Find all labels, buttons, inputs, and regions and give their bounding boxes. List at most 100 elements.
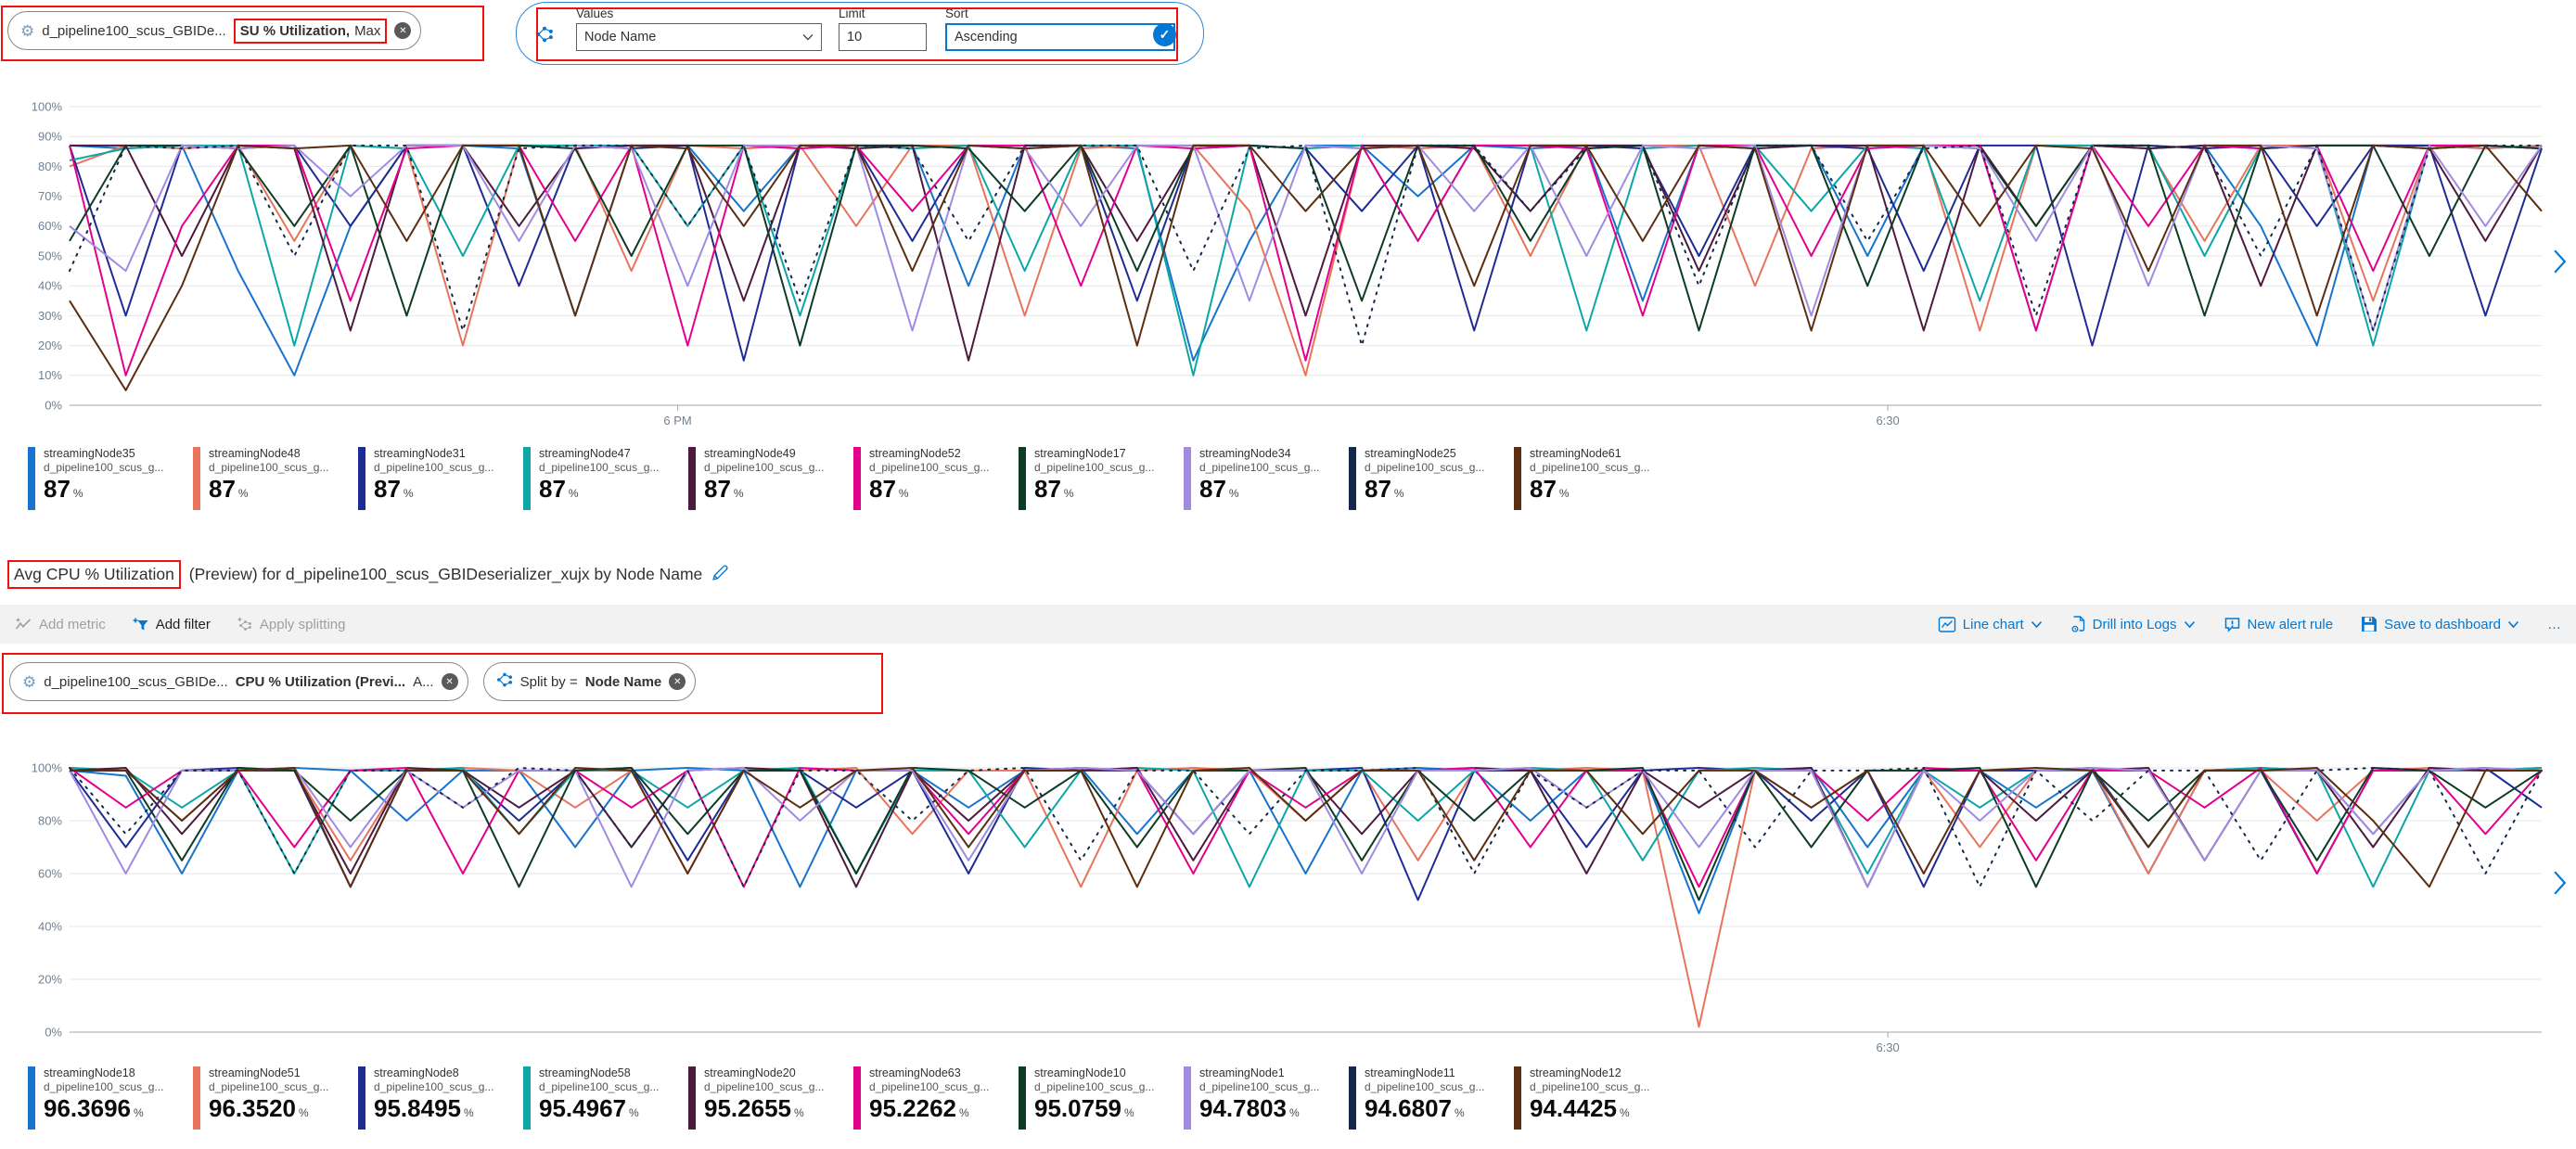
toolbar-left-group: Add metricAdd filterApply splitting — [15, 617, 345, 632]
y-axis-tick-label: 80% — [38, 813, 62, 827]
legend-resource-name: d_pipeline100_scus_g... — [869, 1080, 989, 1093]
y-axis-tick-label: 50% — [38, 249, 62, 262]
legend-item[interactable]: streamingNode58 d_pipeline100_scus_g... … — [523, 1066, 688, 1130]
toolbar-drill-into-logs-button[interactable]: Drill into Logs — [2070, 616, 2196, 632]
legend-unit: % — [404, 487, 414, 500]
legend-item[interactable]: streamingNode63 d_pipeline100_scus_g... … — [853, 1066, 1019, 1130]
legend-unit: % — [734, 487, 744, 500]
legend-value: 94.4425 — [1530, 1096, 1617, 1120]
chart1-next-page-chevron-icon[interactable] — [2553, 249, 2567, 279]
legend-value: 87 — [869, 477, 896, 501]
legend-color-bar — [853, 1066, 861, 1130]
series-line-streamingNode31 — [70, 146, 2542, 361]
legend-item[interactable]: streamingNode49 d_pipeline100_scus_g... … — [688, 447, 853, 510]
legend-item[interactable]: streamingNode10 d_pipeline100_scus_g... … — [1019, 1066, 1184, 1130]
legend-color-bar — [193, 1066, 200, 1130]
chart2-legend: streamingNode18 d_pipeline100_scus_g... … — [28, 1066, 1679, 1130]
legend-unit: % — [794, 1106, 804, 1119]
y-axis-tick-label: 40% — [38, 279, 62, 293]
legend-item[interactable]: streamingNode52 d_pipeline100_scus_g... … — [853, 447, 1019, 510]
toolbar-apply-splitting-button: Apply splitting — [237, 617, 346, 632]
sort-dropdown[interactable]: Ascending — [945, 23, 1175, 51]
stream-analytics-gear-icon: ⚙ — [22, 674, 36, 690]
legend-unit: % — [1064, 487, 1074, 500]
chart2-next-page-chevron-icon[interactable] — [2553, 870, 2567, 900]
toolbar-line-chart-button[interactable]: Line chart — [1938, 617, 2043, 632]
su-utilization-line-chart[interactable]: 100%90%80%70%60%50%40%30%20%10%0%6 PM6:3… — [0, 60, 2576, 445]
y-axis-tick-label: 30% — [38, 309, 62, 323]
x-axis-tick-label: 6:30 — [1876, 1040, 1899, 1054]
metric-name: CPU % Utilization (Previ... — [236, 674, 405, 690]
legend-value: 96.3696 — [44, 1096, 131, 1120]
toolbar-item-label: Line chart — [1963, 617, 2024, 632]
remove-metric-icon[interactable]: ✕ — [442, 673, 458, 690]
linechart-icon — [1938, 617, 1956, 632]
legend-unit: % — [959, 1106, 969, 1119]
edit-title-pencil-icon[interactable] — [711, 563, 730, 587]
toolbar-item-label: Drill into Logs — [2093, 617, 2177, 632]
metric-pill-su-utilization[interactable]: ⚙ d_pipeline100_scus_GBIDe... SU % Utili… — [7, 11, 421, 50]
legend-value: 87 — [539, 477, 566, 501]
split-icon — [535, 25, 554, 48]
remove-split-icon[interactable]: ✕ — [669, 673, 686, 690]
legend-item[interactable]: streamingNode48 d_pipeline100_scus_g... … — [193, 447, 358, 510]
legend-node-name: streamingNode12 — [1530, 1066, 1649, 1079]
legend-item[interactable]: streamingNode31 d_pipeline100_scus_g... … — [358, 447, 523, 510]
legend-value: 87 — [374, 477, 401, 501]
legend-node-name: streamingNode20 — [704, 1066, 824, 1079]
y-axis-tick-label: 20% — [38, 338, 62, 352]
split-by-pill[interactable]: Split by = Node Name ✕ — [483, 662, 697, 701]
legend-resource-name: d_pipeline100_scus_g... — [704, 461, 824, 474]
remove-metric-icon[interactable]: ✕ — [394, 22, 411, 39]
toolbar-add-filter-button[interactable]: Add filter — [132, 617, 211, 632]
legend-color-bar — [688, 447, 696, 510]
legend-node-name: streamingNode61 — [1530, 447, 1649, 460]
legend-color-bar — [523, 1066, 531, 1130]
legend-node-name: streamingNode11 — [1365, 1066, 1484, 1079]
series-line-streamingNode48 — [70, 146, 2542, 376]
toolbar-more-options-button[interactable]: … — [2547, 617, 2561, 632]
legend-item[interactable]: streamingNode61 d_pipeline100_scus_g... … — [1514, 447, 1679, 510]
toolbar-new-alert-rule-button[interactable]: New alert rule — [2224, 617, 2334, 632]
legend-item[interactable]: streamingNode17 d_pipeline100_scus_g... … — [1019, 447, 1184, 510]
stream-analytics-gear-icon: ⚙ — [20, 23, 34, 39]
series-line-streamingNode47 — [70, 146, 2542, 376]
legend-item[interactable]: streamingNode35 d_pipeline100_scus_g... … — [28, 447, 193, 510]
legend-item[interactable]: streamingNode12 d_pipeline100_scus_g... … — [1514, 1066, 1679, 1130]
legend-item[interactable]: streamingNode18 d_pipeline100_scus_g... … — [28, 1066, 193, 1130]
save-icon — [2361, 616, 2377, 632]
legend-item[interactable]: streamingNode47 d_pipeline100_scus_g... … — [523, 447, 688, 510]
legend-color-bar — [358, 1066, 365, 1130]
y-axis-tick-label: 60% — [38, 219, 62, 233]
legend-resource-name: d_pipeline100_scus_g... — [704, 1080, 824, 1093]
legend-node-name: streamingNode17 — [1034, 447, 1154, 460]
cpu-utilization-line-chart[interactable]: 100%80%60%40%20%0%6:30 — [0, 731, 2576, 1060]
toolbar-item-label: … — [2547, 617, 2561, 632]
legend-unit: % — [299, 1106, 309, 1119]
values-dropdown[interactable]: Node Name — [576, 23, 822, 51]
legend-resource-name: d_pipeline100_scus_g... — [869, 461, 989, 474]
legend-item[interactable]: streamingNode20 d_pipeline100_scus_g... … — [688, 1066, 853, 1130]
legend-item[interactable]: streamingNode25 d_pipeline100_scus_g... … — [1349, 447, 1514, 510]
legend-color-bar — [688, 1066, 696, 1130]
legend-item[interactable]: streamingNode51 d_pipeline100_scus_g... … — [193, 1066, 358, 1130]
legend-resource-name: d_pipeline100_scus_g... — [1530, 461, 1649, 474]
legend-node-name: streamingNode8 — [374, 1066, 493, 1079]
limit-input[interactable]: 10 — [839, 23, 927, 51]
resource-name-truncated: d_pipeline100_scus_GBIDe... — [42, 23, 225, 39]
legend-unit: % — [1394, 487, 1404, 500]
legend-item[interactable]: streamingNode34 d_pipeline100_scus_g... … — [1184, 447, 1349, 510]
metric-aggregation: Max — [354, 23, 380, 39]
legend-resource-name: d_pipeline100_scus_g... — [1034, 1080, 1154, 1093]
legend-color-bar — [1514, 447, 1521, 510]
toolbar-save-to-dashboard-button[interactable]: Save to dashboard — [2361, 616, 2519, 632]
legend-item[interactable]: streamingNode8 d_pipeline100_scus_g... 9… — [358, 1066, 523, 1130]
metric-pill-cpu-utilization[interactable]: ⚙ d_pipeline100_scus_GBIDe... CPU % Util… — [9, 662, 468, 701]
apply-split-check-button[interactable]: ✓ — [1153, 23, 1176, 46]
legend-unit: % — [134, 1106, 144, 1119]
legend-resource-name: d_pipeline100_scus_g... — [1365, 1080, 1484, 1093]
legend-item[interactable]: streamingNode1 d_pipeline100_scus_g... 9… — [1184, 1066, 1349, 1130]
legend-item[interactable]: streamingNode11 d_pipeline100_scus_g... … — [1349, 1066, 1514, 1130]
legend-resource-name: d_pipeline100_scus_g... — [44, 1080, 163, 1093]
legend-resource-name: d_pipeline100_scus_g... — [1199, 1080, 1319, 1093]
